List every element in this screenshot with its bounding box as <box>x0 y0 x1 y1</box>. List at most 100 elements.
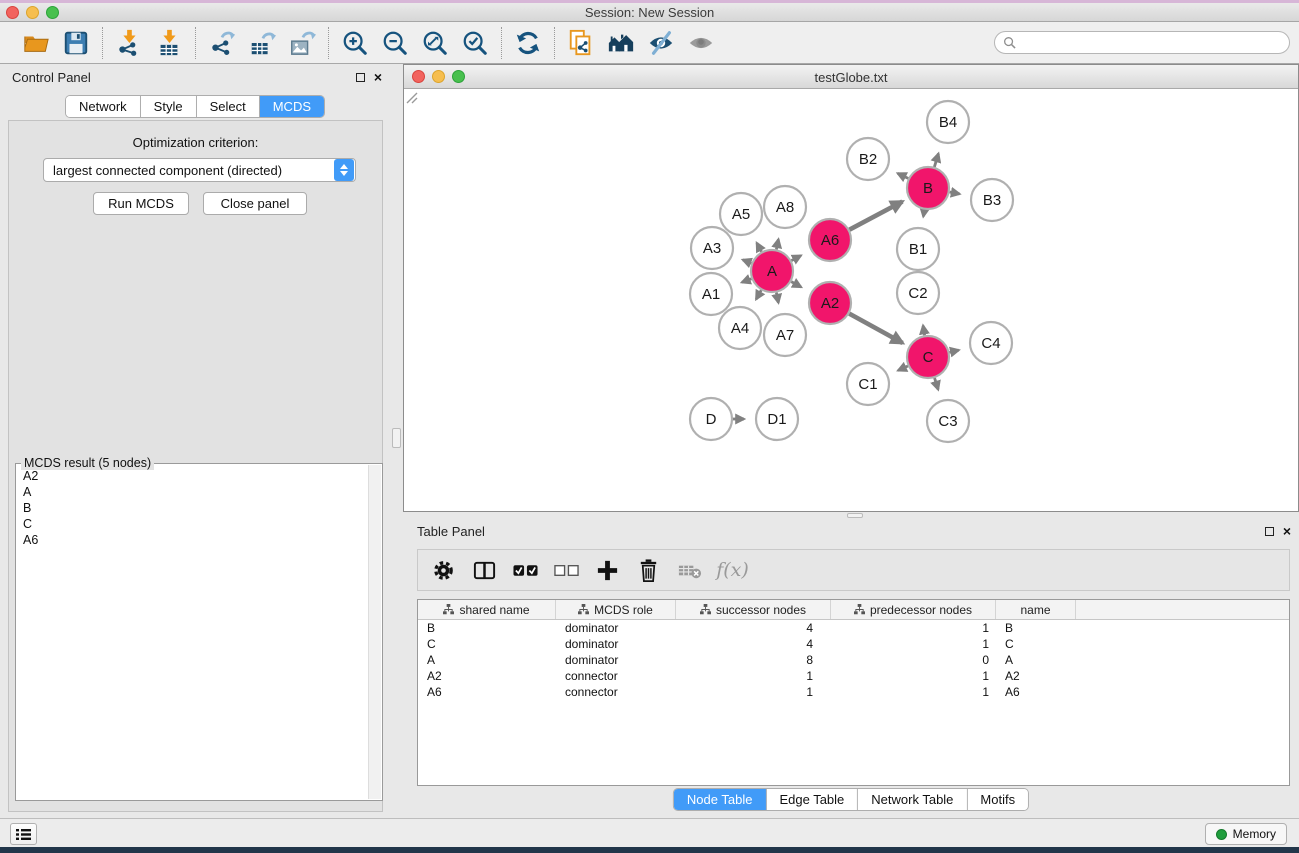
deselect-all-columns-button[interactable] <box>549 553 584 587</box>
zoom-selected-button[interactable] <box>460 28 490 58</box>
column-header-successor-nodes[interactable]: successor nodes <box>676 600 831 619</box>
export-table-button[interactable] <box>247 28 277 58</box>
node-B1[interactable]: B1 <box>897 228 939 270</box>
edge-C-C4[interactable] <box>949 350 958 352</box>
edge-A-A2[interactable] <box>791 282 801 287</box>
table-mode-button[interactable] <box>426 553 461 587</box>
tab-network-table[interactable]: Network Table <box>858 789 967 810</box>
delete-table-button[interactable] <box>672 553 707 587</box>
apply-layout-button[interactable] <box>513 28 543 58</box>
dropdown-stepper-icon[interactable] <box>334 159 354 181</box>
zoom-out-button[interactable] <box>380 28 410 58</box>
select-all-columns-button[interactable] <box>508 553 543 587</box>
node-D1[interactable]: D1 <box>756 398 798 440</box>
save-session-button[interactable] <box>61 28 91 58</box>
edge-A-A5[interactable] <box>757 243 762 252</box>
scrollbar-track[interactable] <box>368 465 381 799</box>
search-input[interactable] <box>1021 36 1281 50</box>
mcds-result-item[interactable]: B <box>16 500 367 516</box>
node-A8[interactable]: A8 <box>764 186 806 228</box>
edge-B-B1[interactable] <box>923 210 924 217</box>
import-table-button[interactable] <box>154 28 184 58</box>
import-network-button[interactable] <box>114 28 144 58</box>
splitter-grip[interactable] <box>847 513 863 518</box>
search-field[interactable] <box>994 31 1290 54</box>
first-neighbors-button[interactable] <box>606 28 636 58</box>
edge-A-A1[interactable] <box>742 279 752 283</box>
function-builder-button[interactable]: f(x) <box>713 553 748 587</box>
edge-C-C1[interactable] <box>898 366 908 370</box>
export-image-button[interactable] <box>287 28 317 58</box>
edge-A2-C[interactable] <box>849 314 902 343</box>
column-header-MCDS-role[interactable]: MCDS role <box>556 600 676 619</box>
edge-B-B3[interactable] <box>950 192 960 194</box>
float-panel-icon[interactable] <box>1265 527 1274 536</box>
panel-splitter-horizontal[interactable] <box>403 512 1299 519</box>
edge-A-A8[interactable] <box>776 239 778 249</box>
tab-node-table[interactable]: Node Table <box>674 789 767 810</box>
tab-network[interactable]: Network <box>66 96 141 117</box>
column-header-predecessor-nodes[interactable]: predecessor nodes <box>831 600 996 619</box>
mcds-result-item[interactable]: A2 <box>16 468 367 484</box>
edge-C-C2[interactable] <box>923 326 925 336</box>
zoom-fit-button[interactable] <box>420 28 450 58</box>
close-panel-button[interactable]: Close panel <box>203 192 307 215</box>
column-header-shared-name[interactable]: shared name <box>418 600 556 619</box>
node-A4[interactable]: A4 <box>719 307 761 349</box>
node-A2[interactable]: A2 <box>809 282 851 324</box>
node-C4[interactable]: C4 <box>970 322 1012 364</box>
column-header-name[interactable]: name <box>996 600 1076 619</box>
show-panels-button[interactable] <box>10 823 37 845</box>
network-canvas[interactable]: B4B2BB3A5A8A6A3B1AA1C2A2A4A7C4CC1DD1C3 <box>404 90 1298 511</box>
edge-B-B4[interactable] <box>934 154 938 167</box>
edge-A6-B[interactable] <box>849 202 902 230</box>
create-column-button[interactable] <box>590 553 625 587</box>
table-row[interactable]: A2connector11A2 <box>418 668 1289 684</box>
column-selector-button[interactable] <box>467 553 502 587</box>
tab-edge-table[interactable]: Edge Table <box>766 789 858 810</box>
edge-A-A6[interactable] <box>791 256 800 261</box>
node-B4[interactable]: B4 <box>927 101 969 143</box>
mcds-result-item[interactable]: A <box>16 484 367 500</box>
edge-C-C3[interactable] <box>935 378 939 390</box>
hide-selected-button[interactable] <box>646 28 676 58</box>
edge-A-A7[interactable] <box>776 293 778 303</box>
run-mcds-button[interactable]: Run MCDS <box>93 192 189 215</box>
memory-button[interactable]: Memory <box>1205 823 1287 845</box>
node-B3[interactable]: B3 <box>971 179 1013 221</box>
node-C1[interactable]: C1 <box>847 363 889 405</box>
edge-B-B2[interactable] <box>898 173 908 178</box>
float-panel-icon[interactable] <box>356 73 365 82</box>
node-A5[interactable]: A5 <box>720 193 762 235</box>
show-all-button[interactable] <box>686 28 716 58</box>
open-session-button[interactable] <box>21 28 51 58</box>
node-C2[interactable]: C2 <box>897 272 939 314</box>
resize-grip-icon[interactable] <box>404 90 418 104</box>
tab-motifs[interactable]: Motifs <box>967 789 1028 810</box>
node-A3[interactable]: A3 <box>691 227 733 269</box>
node-A7[interactable]: A7 <box>764 314 806 356</box>
node-D[interactable]: D <box>690 398 732 440</box>
edge-A-A4[interactable] <box>756 290 761 299</box>
mcds-result-item[interactable]: A6 <box>16 532 367 548</box>
node-A[interactable]: A <box>751 250 793 292</box>
node-B2[interactable]: B2 <box>847 138 889 180</box>
splitter-grip[interactable] <box>392 428 401 448</box>
edge-A-A3[interactable] <box>743 260 752 263</box>
delete-columns-button[interactable] <box>631 553 666 587</box>
mcds-result-item[interactable]: C <box>16 516 367 532</box>
table-row[interactable]: Bdominator41B <box>418 620 1289 636</box>
node-C3[interactable]: C3 <box>927 400 969 442</box>
export-network-button[interactable] <box>207 28 237 58</box>
node-B[interactable]: B <box>907 167 949 209</box>
tab-select[interactable]: Select <box>197 96 260 117</box>
zoom-in-button[interactable] <box>340 28 370 58</box>
tab-style[interactable]: Style <box>141 96 197 117</box>
table-row[interactable]: Adominator80A <box>418 652 1289 668</box>
panel-splitter-vertical[interactable] <box>390 64 403 818</box>
tab-mcds[interactable]: MCDS <box>260 96 324 117</box>
table-row[interactable]: A6connector11A6 <box>418 684 1289 700</box>
node-A6[interactable]: A6 <box>809 219 851 261</box>
new-network-from-selection-button[interactable] <box>566 28 596 58</box>
table-row[interactable]: Cdominator41C <box>418 636 1289 652</box>
